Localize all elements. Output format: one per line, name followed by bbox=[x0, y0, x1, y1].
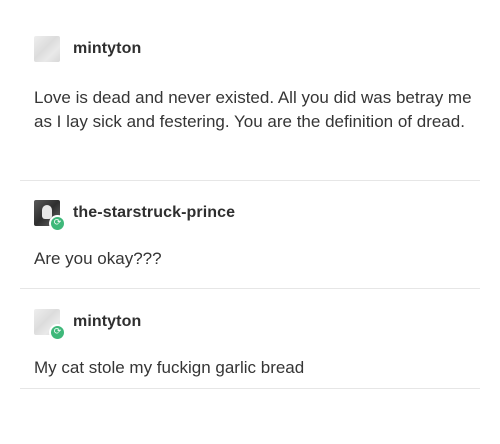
username-link[interactable]: mintyton bbox=[73, 40, 141, 58]
user-avatar[interactable]: ⟳ bbox=[34, 200, 66, 232]
username-link[interactable]: the-starstruck-prince bbox=[73, 204, 235, 222]
post-header: ⟳ the-starstruck-prince bbox=[34, 200, 235, 232]
post-text: Are you okay??? bbox=[34, 249, 162, 268]
reblog-icon: ⟳ bbox=[49, 324, 66, 341]
post-header: ⟳ mintyton bbox=[34, 309, 141, 341]
user-avatar[interactable] bbox=[34, 36, 60, 62]
reblog-thread: mintyton Love is dead and never existed.… bbox=[0, 0, 500, 444]
post-text: My cat stole my fuckign garlic bread bbox=[34, 358, 305, 377]
reblog-icon: ⟳ bbox=[49, 215, 66, 232]
divider bbox=[20, 288, 480, 289]
divider bbox=[20, 180, 480, 181]
username-link[interactable]: mintyton bbox=[73, 313, 141, 331]
user-avatar[interactable]: ⟳ bbox=[34, 309, 66, 341]
post-text: Love is dead and never existed. All you … bbox=[34, 88, 472, 131]
divider bbox=[20, 388, 480, 389]
post-header: mintyton bbox=[34, 36, 141, 62]
